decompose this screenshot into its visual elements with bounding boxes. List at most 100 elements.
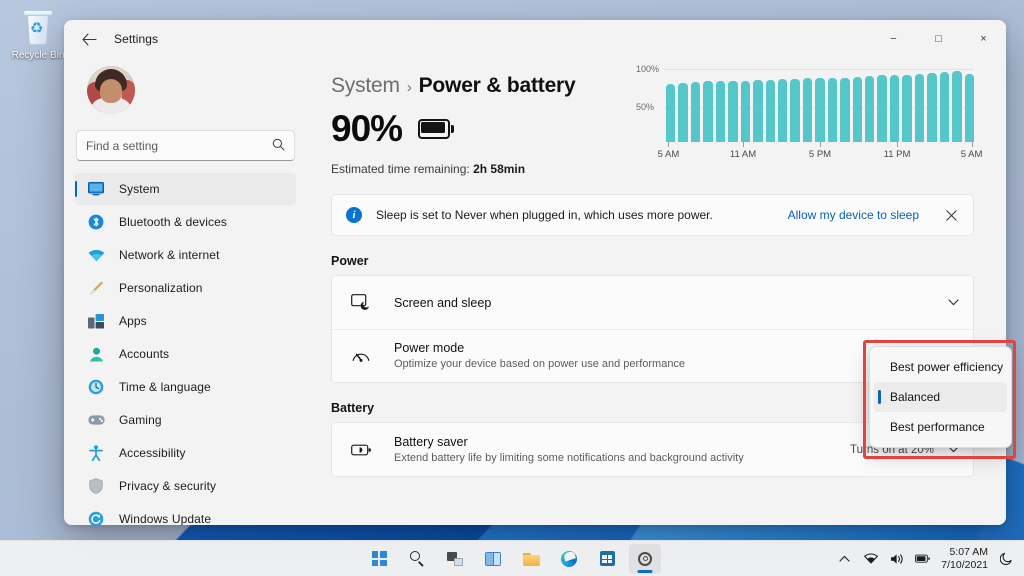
sidebar-item-time-language[interactable]: Time & language — [75, 371, 296, 403]
chart-bar — [852, 76, 862, 142]
sidebar-item-label: Privacy & security — [119, 479, 217, 493]
bluetooth-icon — [87, 213, 105, 231]
sidebar-item-accessibility[interactable]: Accessibility — [75, 437, 296, 469]
folder-icon — [522, 552, 540, 566]
tray-battery-icon[interactable] — [915, 552, 931, 566]
desktop-icon-recycle-bin[interactable]: ♻ Recycle Bin — [6, 8, 70, 62]
sidebar-item-privacy-security[interactable]: Privacy & security — [75, 470, 296, 502]
chart-bar — [740, 80, 751, 142]
power-mode-option-1[interactable]: Balanced — [874, 382, 1007, 412]
sidebar-item-personalization[interactable]: Personalization — [75, 272, 296, 304]
chart-bar — [840, 77, 850, 142]
sidebar-item-network-internet[interactable]: Network & internet — [75, 239, 296, 271]
sidebar-item-bluetooth-devices[interactable]: Bluetooth & devices — [75, 206, 296, 238]
chart-axis-label: 5 AM — [960, 149, 983, 160]
chart-bar — [877, 75, 887, 142]
breadcrumb-parent[interactable]: System — [331, 74, 400, 97]
update-icon — [87, 510, 105, 525]
minimize-button[interactable]: − — [871, 20, 916, 58]
chart-bar — [952, 70, 962, 142]
sidebar-item-label: Time & language — [119, 380, 211, 394]
recycle-bin-icon: ♻ — [18, 8, 58, 48]
sidebar-item-label: Gaming — [119, 413, 162, 427]
allow-device-to-sleep-link[interactable]: Allow my device to sleep — [788, 208, 919, 222]
chart-bar — [865, 76, 875, 142]
chart-bar — [914, 73, 925, 142]
brush-icon — [87, 279, 105, 297]
file-explorer-button[interactable] — [515, 544, 547, 574]
chart-axis-tick — [971, 142, 973, 147]
avatar[interactable] — [87, 66, 135, 114]
maximize-button[interactable]: □ — [916, 20, 961, 58]
start-button[interactable] — [363, 544, 395, 574]
sidebar-item-label: Apps — [119, 314, 147, 328]
chevron-down-icon[interactable] — [948, 297, 959, 309]
title-bar: Settings − □ × — [64, 20, 1006, 58]
breadcrumb: System › Power & battery — [331, 72, 576, 102]
widgets-icon — [485, 551, 501, 566]
taskbar: 5:07 AM 7/10/2021 — [0, 540, 1024, 576]
chart-axis-tick — [743, 142, 744, 147]
tray-time: 5:07 AM — [949, 545, 988, 558]
search-icon — [409, 551, 425, 567]
estimated-time-remaining: Estimated time remaining: 2h 58min — [331, 162, 576, 176]
back-arrow-icon — [81, 32, 97, 46]
tray-moon-icon[interactable] — [999, 552, 1014, 566]
info-icon: i — [346, 207, 362, 223]
task-view-button[interactable] — [439, 544, 471, 574]
tray-clock[interactable]: 5:07 AM 7/10/2021 — [941, 546, 988, 572]
sidebar-item-windows-update[interactable]: Windows Update — [75, 503, 296, 525]
row-screen-and-sleep[interactable]: Screen and sleep — [332, 276, 973, 329]
tray-date: 7/10/2021 — [941, 558, 988, 571]
estimated-time-label: Estimated time remaining: — [331, 162, 470, 176]
close-icon — [945, 209, 957, 221]
back-button[interactable] — [74, 24, 104, 54]
system-tray: 5:07 AM 7/10/2021 — [837, 546, 1014, 572]
screen-sleep-icon — [350, 292, 372, 314]
chart-x-axis: 5 AM 11 AM 5 PM 11 PM 5 AM — [658, 142, 982, 168]
row-title: Power mode — [394, 341, 465, 355]
chart-bar — [827, 77, 838, 142]
chart-bar — [889, 75, 900, 142]
sidebar-item-accounts[interactable]: Accounts — [75, 338, 296, 370]
sleep-info-banner: i Sleep is set to Never when plugged in,… — [331, 194, 974, 236]
edge-button[interactable] — [553, 544, 585, 574]
chart-bar — [964, 73, 974, 142]
tray-speaker-icon[interactable] — [889, 552, 904, 566]
chart-bar — [728, 80, 738, 142]
close-button[interactable]: × — [961, 20, 1006, 58]
chart-axis-label: 11 AM — [729, 149, 757, 160]
settings-button[interactable] — [629, 543, 661, 574]
edge-icon — [561, 550, 577, 567]
store-button[interactable] — [591, 544, 623, 574]
chart-bar — [939, 72, 950, 142]
sidebar-item-apps[interactable]: Apps — [75, 305, 296, 337]
battery-full-icon — [418, 119, 455, 139]
chart-bar — [790, 79, 800, 142]
window-title: Settings — [114, 32, 159, 46]
sidebar-item-gaming[interactable]: Gaming — [75, 404, 296, 436]
banner-close-button[interactable] — [941, 205, 961, 225]
sidebar-item-label: System — [119, 182, 160, 196]
widgets-button[interactable] — [477, 544, 509, 574]
chart-bar — [765, 79, 775, 142]
power-mode-option-2[interactable]: Best performance — [874, 412, 1007, 442]
settings-window: Settings − □ × Find a setting System Blu… — [64, 20, 1006, 525]
row-title: Battery saver — [394, 434, 468, 449]
power-mode-option-0[interactable]: Best power efficiency — [874, 352, 1007, 382]
battery-percent: 90% — [331, 108, 403, 149]
battery-level-chart: 100% 50% 5 AM 11 AM 5 PM 11 PM 5 AM — [636, 62, 982, 174]
chart-axis-tick — [668, 142, 670, 147]
display-icon — [87, 180, 105, 198]
search-button[interactable] — [401, 544, 433, 574]
chart-bar — [753, 79, 763, 142]
windows-start-icon — [371, 551, 387, 566]
taskbar-buttons — [363, 543, 661, 574]
power-mode-dropdown[interactable]: Best power efficiency Balanced Best perfor… — [869, 346, 1012, 448]
tray-chevron-up-icon[interactable] — [837, 552, 852, 566]
sidebar-item-label: Network & internet — [119, 248, 220, 262]
tray-wifi-icon[interactable] — [863, 552, 878, 566]
sidebar-item-system[interactable]: System — [75, 173, 296, 205]
search-input[interactable]: Find a setting — [76, 130, 295, 161]
chart-bars — [666, 68, 974, 142]
